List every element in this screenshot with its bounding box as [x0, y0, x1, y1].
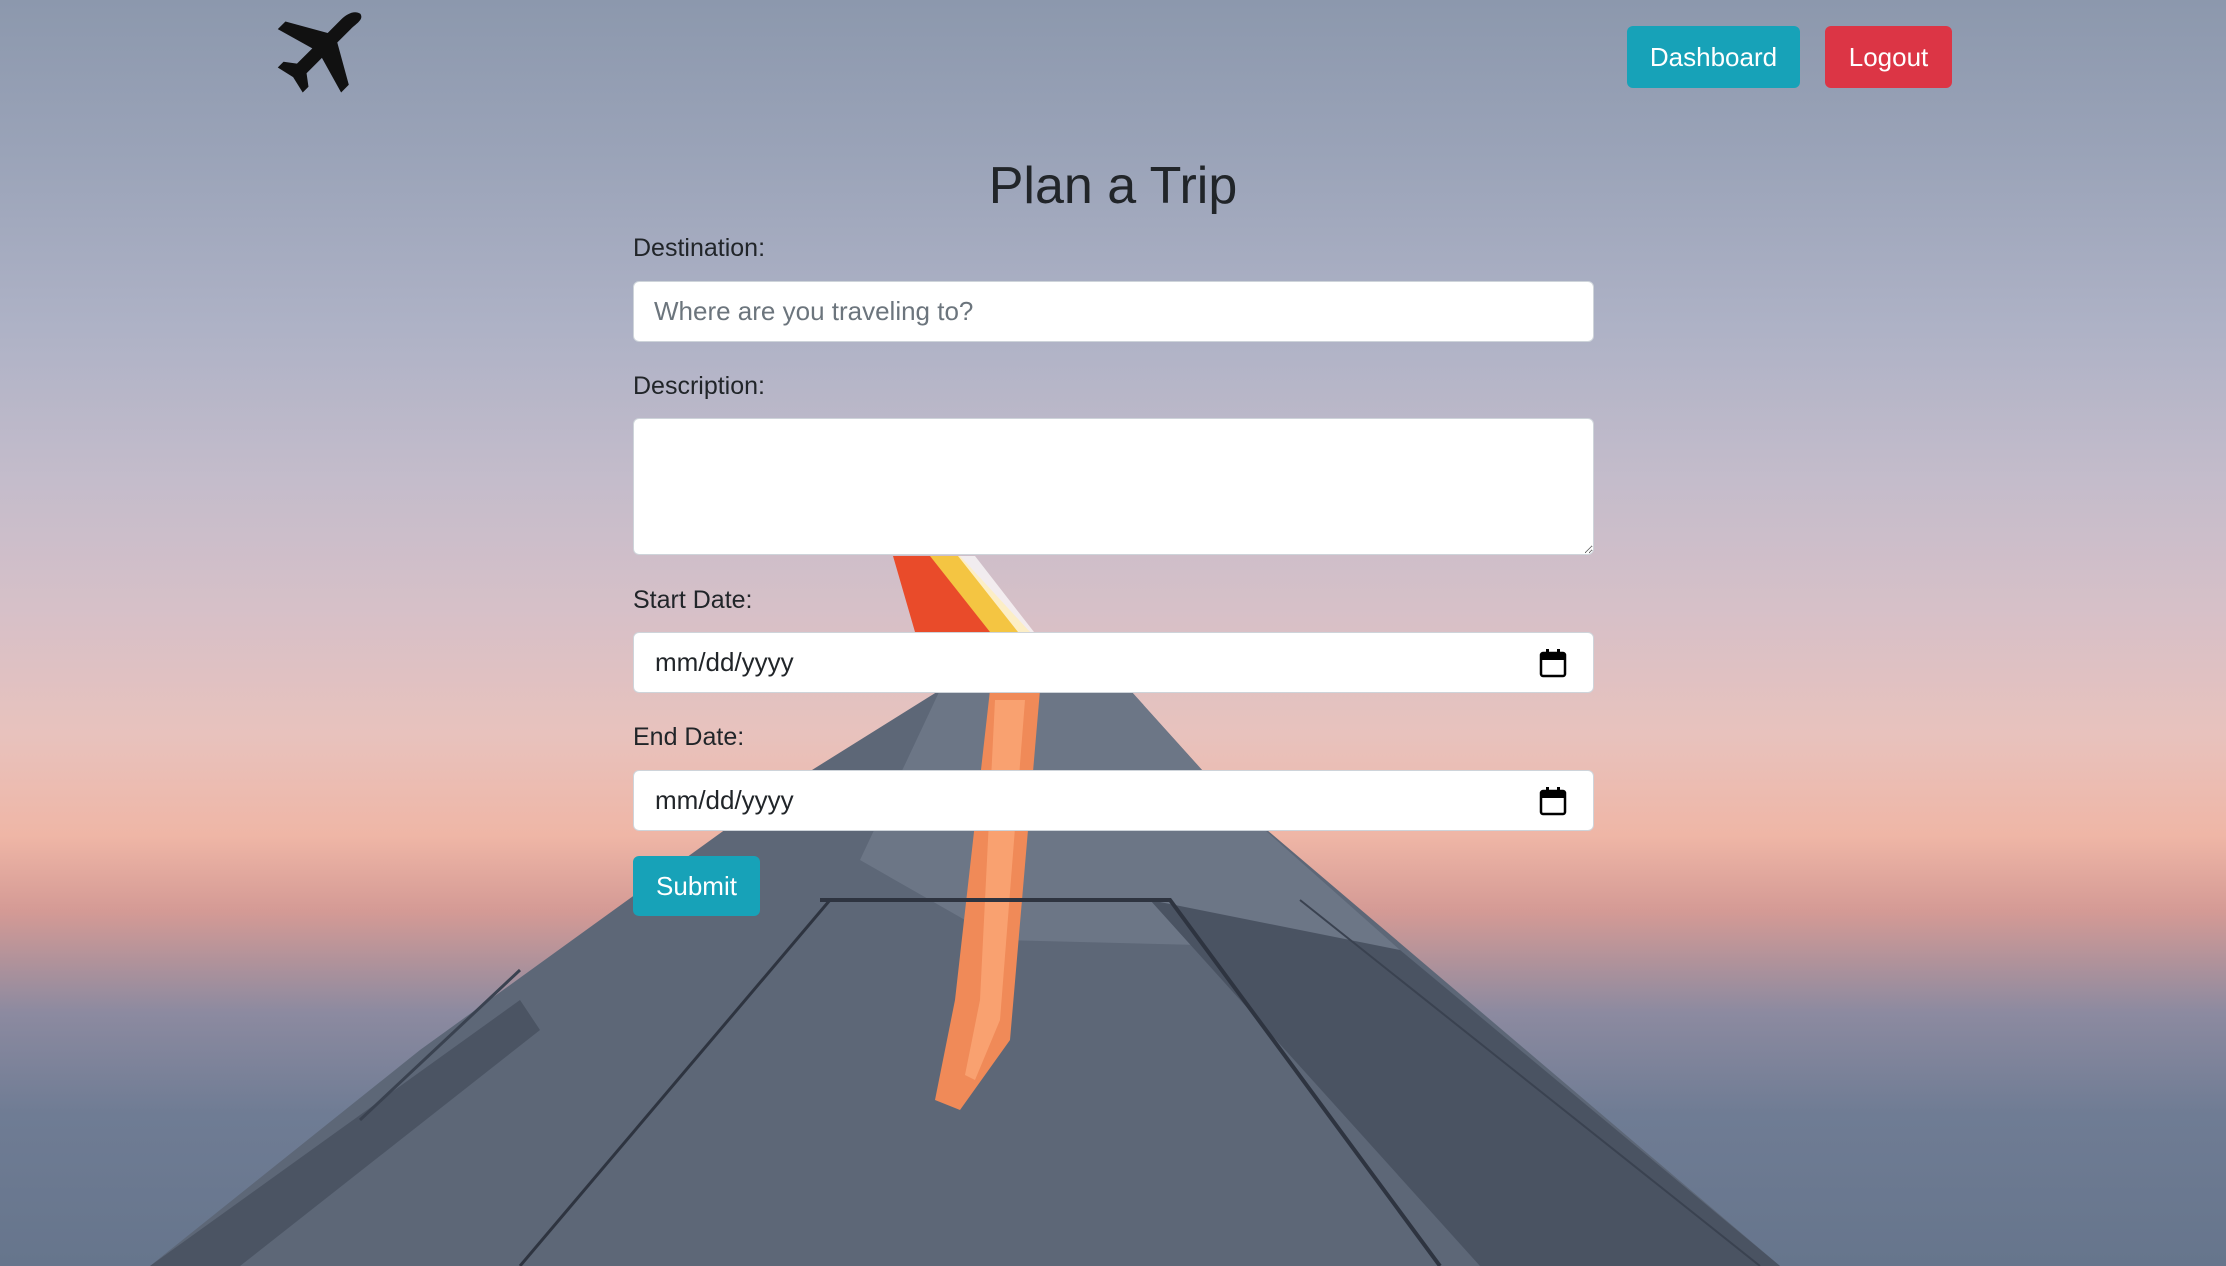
- start-date-value: mm/dd/yyyy: [655, 647, 794, 677]
- logout-button[interactable]: Logout: [1825, 26, 1952, 88]
- submit-button[interactable]: Submit: [633, 856, 760, 916]
- page-background: Dashboard Logout Plan a Trip Destination…: [0, 0, 2226, 1266]
- destination-input[interactable]: [633, 281, 1594, 342]
- start-date-label: Start Date:: [633, 586, 753, 614]
- calendar-icon[interactable]: [1539, 648, 1567, 678]
- destination-label: Destination:: [633, 234, 766, 262]
- description-label: Description:: [633, 372, 765, 400]
- calendar-icon[interactable]: [1539, 786, 1567, 816]
- end-date-input[interactable]: mm/dd/yyyy: [633, 770, 1594, 831]
- airplane-icon: [277, 12, 362, 93]
- end-date-label: End Date:: [633, 723, 745, 751]
- description-textarea[interactable]: [633, 418, 1594, 555]
- page-title: Plan a Trip: [988, 157, 1238, 215]
- end-date-value: mm/dd/yyyy: [655, 785, 794, 815]
- dashboard-button[interactable]: Dashboard: [1627, 26, 1800, 88]
- start-date-input[interactable]: mm/dd/yyyy: [633, 632, 1594, 693]
